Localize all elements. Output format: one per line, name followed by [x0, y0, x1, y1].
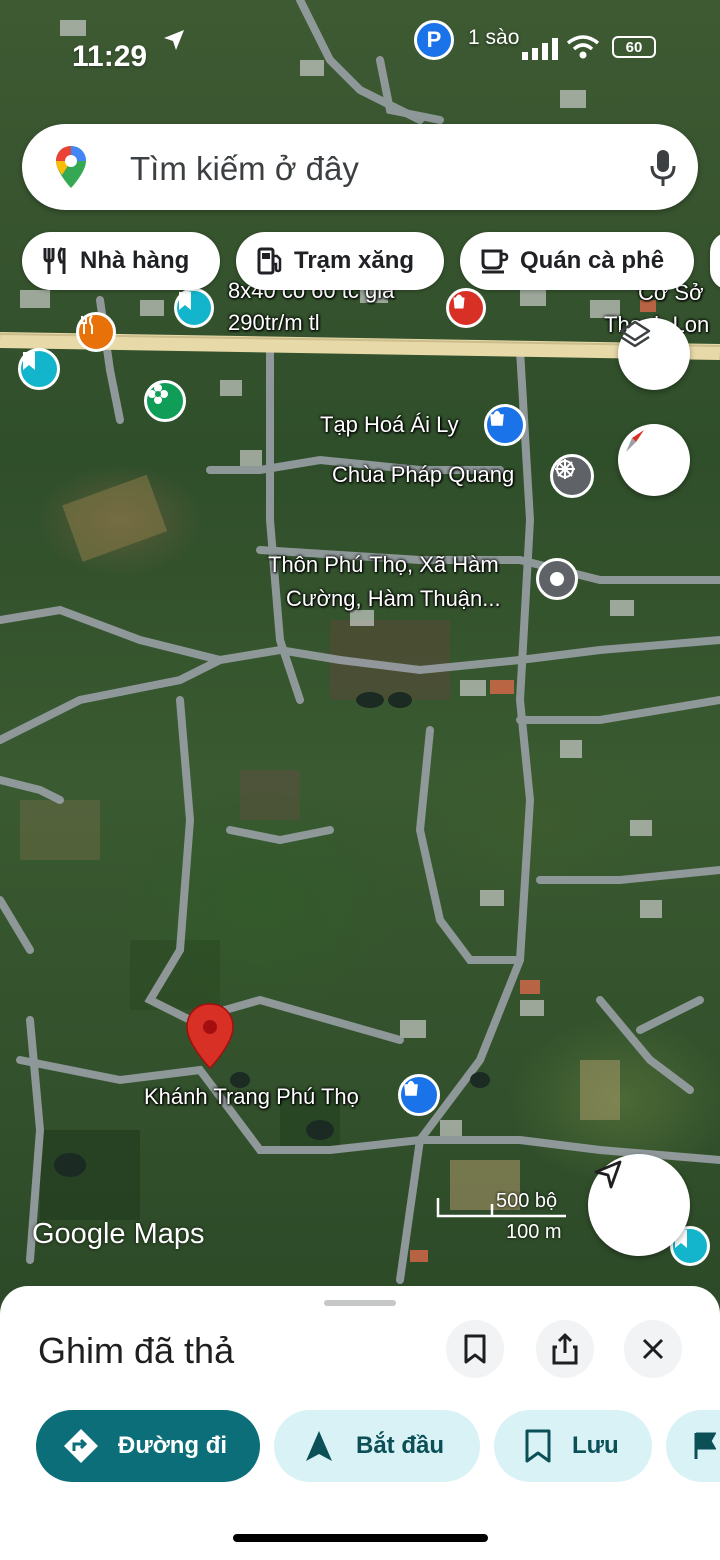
chip-restaurant[interactable]: Nhà hàng	[22, 232, 220, 290]
grocery-poi[interactable]	[484, 404, 526, 446]
navigation-arrow-icon	[594, 1160, 622, 1189]
more-action-button[interactable]	[666, 1410, 720, 1482]
circle-icon	[550, 572, 564, 586]
flower-poi[interactable]	[144, 380, 186, 422]
scale-imperial: 500 bộ	[496, 1190, 558, 1212]
flower-icon	[148, 384, 168, 404]
dharma-wheel-icon	[555, 459, 575, 479]
directions-button[interactable]: Đường đi	[36, 1410, 260, 1482]
bookmark-icon	[23, 352, 35, 370]
place-bottom-sheet: Ghim đã thả Đường đi Bắt đầu Lưu	[0, 1286, 720, 1560]
share-icon	[552, 1333, 578, 1365]
village-label-line2[interactable]: Cường, Hàm Thuận...	[286, 586, 501, 612]
compass-button[interactable]	[618, 424, 690, 496]
signal-icon	[522, 38, 558, 60]
fork-knife-icon	[81, 315, 93, 334]
start-label: Bắt đầu	[356, 1432, 445, 1459]
chip-gas-station-label: Trạm xăng	[294, 247, 415, 274]
google-maps-pin-icon	[56, 146, 86, 188]
restaurant-poi[interactable]	[76, 312, 116, 352]
bookmark-icon	[525, 1429, 551, 1463]
google-maps-logo: Google Maps	[32, 1218, 205, 1250]
coffee-icon	[481, 249, 509, 274]
save-button[interactable]: Lưu	[494, 1410, 652, 1482]
search-bar[interactable]: Tìm kiếm ở đây	[22, 124, 698, 210]
dropped-pin-icon[interactable]	[184, 1002, 236, 1072]
start-button[interactable]: Bắt đầu	[274, 1410, 480, 1482]
shop-poi[interactable]	[398, 1074, 440, 1116]
chip-restaurant-label: Nhà hàng	[80, 247, 190, 274]
shopping-bag-icon	[404, 1080, 418, 1096]
restaurant-icon	[43, 246, 66, 274]
gas-station-icon	[257, 247, 282, 275]
save-bookmark-button[interactable]	[446, 1320, 504, 1378]
scale-metric: 100 m	[506, 1221, 562, 1243]
pagoda-label[interactable]: Chùa Pháp Quang	[332, 462, 514, 488]
category-chips: Nhà hàng Trạm xăng Quán cà phê	[0, 232, 720, 292]
flag-icon	[694, 1432, 716, 1459]
bookmark-icon	[179, 292, 191, 310]
close-icon	[642, 1338, 664, 1360]
listing-label-line2: 290tr/m tl	[228, 310, 320, 335]
share-button[interactable]	[536, 1320, 594, 1378]
navigation-icon	[306, 1431, 332, 1461]
grocery-label[interactable]: Tạp Hoá Ái Ly	[320, 412, 459, 438]
layers-icon	[619, 320, 651, 348]
layers-button[interactable]	[618, 318, 690, 390]
parking-badge[interactable]: P	[414, 20, 454, 60]
chip-more[interactable]	[710, 232, 720, 290]
my-location-button[interactable]	[588, 1154, 690, 1256]
battery-icon: 60	[612, 36, 656, 58]
pagoda-poi[interactable]	[550, 454, 594, 498]
directions-icon	[64, 1429, 98, 1463]
village-label-line1[interactable]: Thôn Phú Thọ, Xã Hàm	[268, 552, 499, 578]
chip-coffee-label: Quán cà phê	[520, 247, 665, 274]
listing-poi[interactable]	[446, 288, 486, 328]
close-button[interactable]	[624, 1320, 682, 1378]
sheet-drag-handle[interactable]	[324, 1300, 396, 1306]
chip-gas-station[interactable]: Trạm xăng	[236, 232, 444, 290]
bookmark-icon	[464, 1334, 486, 1364]
chip-coffee[interactable]: Quán cà phê	[460, 232, 694, 290]
shopping-bag-icon	[490, 410, 504, 426]
shop-label[interactable]: Khánh Trang Phú Thọ	[144, 1084, 359, 1110]
status-time: 11:29	[72, 40, 148, 73]
parking-text: 1 sào	[468, 26, 520, 49]
directions-label: Đường đi	[118, 1432, 228, 1459]
microphone-icon[interactable]	[648, 148, 678, 188]
compass-icon	[626, 430, 644, 452]
village-poi[interactable]	[536, 558, 578, 600]
sheet-title: Ghim đã thả	[38, 1330, 235, 1371]
location-arrow-icon	[164, 30, 184, 50]
bookmark-poi-1[interactable]	[174, 288, 214, 328]
save-label: Lưu	[572, 1432, 619, 1459]
search-input[interactable]: Tìm kiếm ở đây	[130, 150, 359, 188]
home-indicator	[233, 1534, 488, 1542]
bookmark-poi-2[interactable]	[18, 348, 60, 390]
bag-icon	[453, 294, 465, 309]
wifi-icon	[566, 35, 600, 59]
